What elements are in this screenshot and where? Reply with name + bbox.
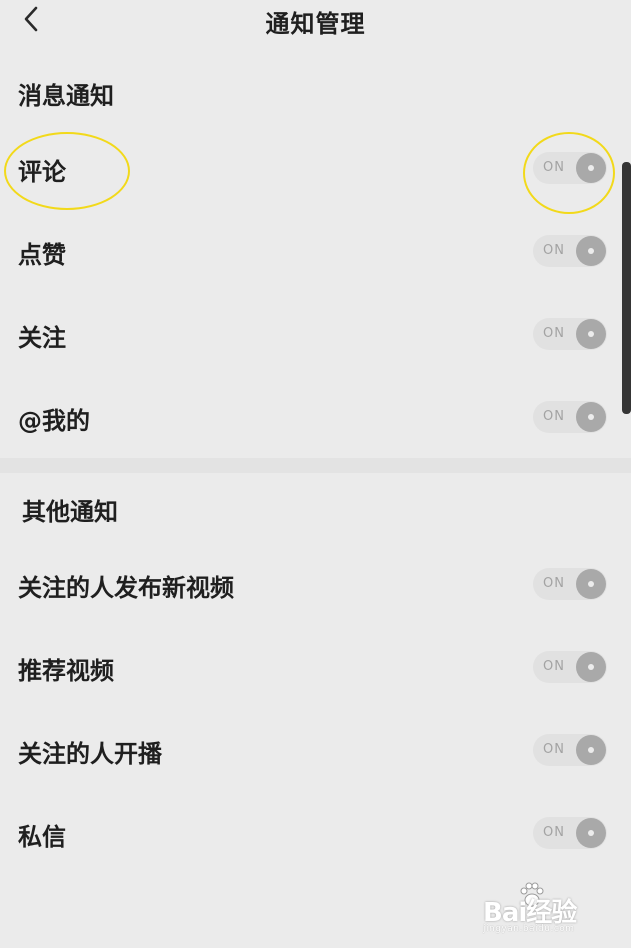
comment-toggle-highlight-circle bbox=[523, 132, 615, 214]
recommended-video-toggle[interactable]: ON bbox=[533, 651, 607, 683]
toggle-knob bbox=[576, 236, 606, 266]
setting-label: 点赞 bbox=[18, 241, 66, 269]
toggle-state-text: ON bbox=[543, 825, 565, 840]
setting-row-private-message[interactable]: 私信 ON bbox=[0, 805, 631, 861]
toggle-knob bbox=[576, 402, 606, 432]
setting-label: 推荐视频 bbox=[18, 657, 114, 685]
like-toggle[interactable]: ON bbox=[533, 235, 607, 267]
setting-label: @我的 bbox=[18, 407, 90, 435]
toggle-knob bbox=[576, 735, 606, 765]
setting-label: 关注的人发布新视频 bbox=[18, 574, 234, 602]
scrollbar[interactable] bbox=[622, 162, 631, 414]
setting-row-followed-live[interactable]: 关注的人开播 ON bbox=[0, 722, 631, 778]
setting-row-mention[interactable]: @我的 ON bbox=[0, 389, 631, 445]
watermark-url: jingyan.baidu.com bbox=[483, 924, 575, 934]
followed-live-toggle[interactable]: ON bbox=[533, 734, 607, 766]
follow-toggle[interactable]: ON bbox=[533, 318, 607, 350]
setting-label: 关注 bbox=[18, 324, 66, 352]
toggle-state-text: ON bbox=[543, 576, 565, 591]
toggle-state-text: ON bbox=[543, 659, 565, 674]
toggle-knob bbox=[576, 818, 606, 848]
toggle-knob bbox=[576, 319, 606, 349]
mention-toggle[interactable]: ON bbox=[533, 401, 607, 433]
setting-row-followed-new-video[interactable]: 关注的人发布新视频 ON bbox=[0, 556, 631, 612]
toggle-state-text: ON bbox=[543, 409, 565, 424]
toggle-state-text: ON bbox=[543, 243, 565, 258]
setting-label: 私信 bbox=[18, 823, 66, 851]
page-title: 通知管理 bbox=[265, 10, 366, 38]
top-bar: 通知管理 bbox=[0, 0, 631, 40]
setting-row-follow[interactable]: 关注 ON bbox=[0, 306, 631, 362]
toggle-state-text: ON bbox=[543, 742, 565, 757]
toggle-knob bbox=[576, 652, 606, 682]
followed-new-video-toggle[interactable]: ON bbox=[533, 568, 607, 600]
comment-label-highlight-circle bbox=[4, 132, 130, 210]
setting-row-recommended-video[interactable]: 推荐视频 ON bbox=[0, 639, 631, 695]
section-title-other: 其他通知 bbox=[22, 498, 118, 526]
section-title-message: 消息通知 bbox=[18, 82, 114, 110]
setting-label: 关注的人开播 bbox=[18, 740, 162, 768]
private-message-toggle[interactable]: ON bbox=[533, 817, 607, 849]
setting-row-like[interactable]: 点赞 ON bbox=[0, 223, 631, 279]
section-divider bbox=[0, 458, 631, 473]
toggle-knob bbox=[576, 569, 606, 599]
toggle-state-text: ON bbox=[543, 326, 565, 341]
watermark-logo: Bai经验 jingyan.baidu.com bbox=[483, 880, 603, 940]
